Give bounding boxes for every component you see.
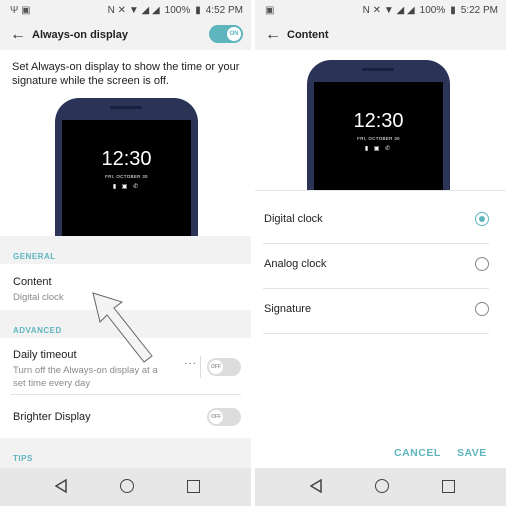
brighter-display-row[interactable]: Brighter Display OFF xyxy=(0,395,251,437)
option-analog-clock[interactable]: Analog clock xyxy=(255,243,506,288)
option-label: Signature xyxy=(264,303,312,315)
pointer-arrow-icon xyxy=(92,292,153,363)
daily-timeout-subtitle: Turn off the Always-on display at a set … xyxy=(13,365,158,389)
preview-date: FRI, OCTOBER 30 xyxy=(105,174,148,179)
phone-preview: 12:30 FRI, OCTOBER 30 ▮ ▣ ✆ xyxy=(55,98,198,238)
nav-recents-icon[interactable] xyxy=(187,480,200,493)
page-title: Always-on display xyxy=(32,29,128,41)
section-general-label: GENERAL xyxy=(13,252,56,261)
section-advanced-label: ADVANCED xyxy=(13,326,62,335)
status-bar: Ψ ▣ N ✕ ▼ ◢ ◢ 100% ▮ 4:52 PM xyxy=(0,0,251,22)
status-left-icons: ▣ xyxy=(265,5,275,16)
description-text: Set Always-on display to show the time o… xyxy=(12,61,240,87)
nav-home-icon[interactable] xyxy=(375,479,389,493)
preview-time: 12:30 xyxy=(353,110,404,132)
battery-icon: ▮ xyxy=(195,5,201,16)
save-button[interactable]: SAVE xyxy=(457,447,487,459)
nav-back-icon[interactable] xyxy=(55,479,67,493)
status-time: 5:22 PM xyxy=(460,5,498,16)
cancel-button[interactable]: CANCEL xyxy=(394,447,441,459)
section-general: GENERAL xyxy=(0,236,251,264)
app-bar: ← Always-on display ON xyxy=(0,22,251,50)
status-bar: ▣ N ✕ ▼ ◢ ◢ 100% ▮ 5:22 PM xyxy=(255,0,506,22)
status-icons: N ✕ ▼ ◢ ◢ xyxy=(107,5,160,16)
section-tips: TIPS xyxy=(0,438,251,468)
status-left-icons: Ψ ▣ xyxy=(10,5,31,16)
preview-screen: 12:30 FRI, OCTOBER 30 ▮ ▣ ✆ xyxy=(314,82,443,190)
option-label: Analog clock xyxy=(264,258,327,270)
vertical-divider xyxy=(200,356,201,378)
radio-digital-clock[interactable] xyxy=(475,212,489,226)
toggle-label: ON xyxy=(227,27,241,41)
radio-analog-clock[interactable] xyxy=(475,257,489,271)
navigation-bar xyxy=(255,468,506,506)
preview-notification-icons: ▮ ▣ ✆ xyxy=(112,184,141,190)
status-time: 4:52 PM xyxy=(205,5,243,16)
toggle-label: OFF xyxy=(209,410,223,424)
divider xyxy=(263,333,489,334)
nav-back-icon[interactable] xyxy=(310,479,322,493)
divider xyxy=(255,190,506,191)
back-arrow-icon[interactable]: ← xyxy=(10,26,26,44)
option-label: Digital clock xyxy=(264,213,323,225)
daily-timeout-toggle[interactable]: OFF xyxy=(207,358,241,376)
settings-content: Set Always-on display to show the time o… xyxy=(0,50,251,468)
app-bar: ← Content xyxy=(255,22,506,50)
content-options: 12:30 FRI, OCTOBER 30 ▮ ▣ ✆ Digital cloc… xyxy=(255,50,506,468)
status-icons: N ✕ ▼ ◢ ◢ xyxy=(362,5,415,16)
more-options-icon[interactable]: ··· xyxy=(184,358,197,369)
preview-time: 12:30 xyxy=(101,148,152,170)
option-signature[interactable]: Signature xyxy=(255,288,506,333)
phone-speaker xyxy=(110,106,142,109)
navigation-bar xyxy=(0,468,251,506)
preview-notification-icons: ▮ ▣ ✆ xyxy=(364,146,393,152)
page-title: Content xyxy=(287,29,329,41)
nav-recents-icon[interactable] xyxy=(442,480,455,493)
content-selection-screen: ▣ N ✕ ▼ ◢ ◢ 100% ▮ 5:22 PM ← Content 12:… xyxy=(255,0,506,506)
phone-speaker xyxy=(362,68,394,71)
content-row-title: Content xyxy=(13,276,52,288)
daily-timeout-title: Daily timeout xyxy=(13,349,77,361)
content-row-subtitle: Digital clock xyxy=(13,292,64,303)
phone-preview: 12:30 FRI, OCTOBER 30 ▮ ▣ ✆ xyxy=(307,60,450,190)
preview-date: FRI, OCTOBER 30 xyxy=(357,136,400,141)
always-on-display-screen: Ψ ▣ N ✕ ▼ ◢ ◢ 100% ▮ 4:52 PM ← Always-on… xyxy=(0,0,251,506)
brighter-display-toggle[interactable]: OFF xyxy=(207,408,241,426)
radio-signature[interactable] xyxy=(475,302,489,316)
section-tips-label: TIPS xyxy=(13,454,33,463)
battery-level: 100% xyxy=(164,5,191,16)
brighter-display-title: Brighter Display xyxy=(13,411,91,423)
battery-level: 100% xyxy=(419,5,446,16)
nav-home-icon[interactable] xyxy=(120,479,134,493)
always-on-toggle[interactable]: ON xyxy=(209,25,243,43)
option-digital-clock[interactable]: Digital clock xyxy=(255,198,506,243)
preview-screen: 12:30 FRI, OCTOBER 30 ▮ ▣ ✆ xyxy=(62,120,191,238)
back-arrow-icon[interactable]: ← xyxy=(265,26,281,44)
battery-icon: ▮ xyxy=(450,5,456,16)
toggle-label: OFF xyxy=(209,360,223,374)
